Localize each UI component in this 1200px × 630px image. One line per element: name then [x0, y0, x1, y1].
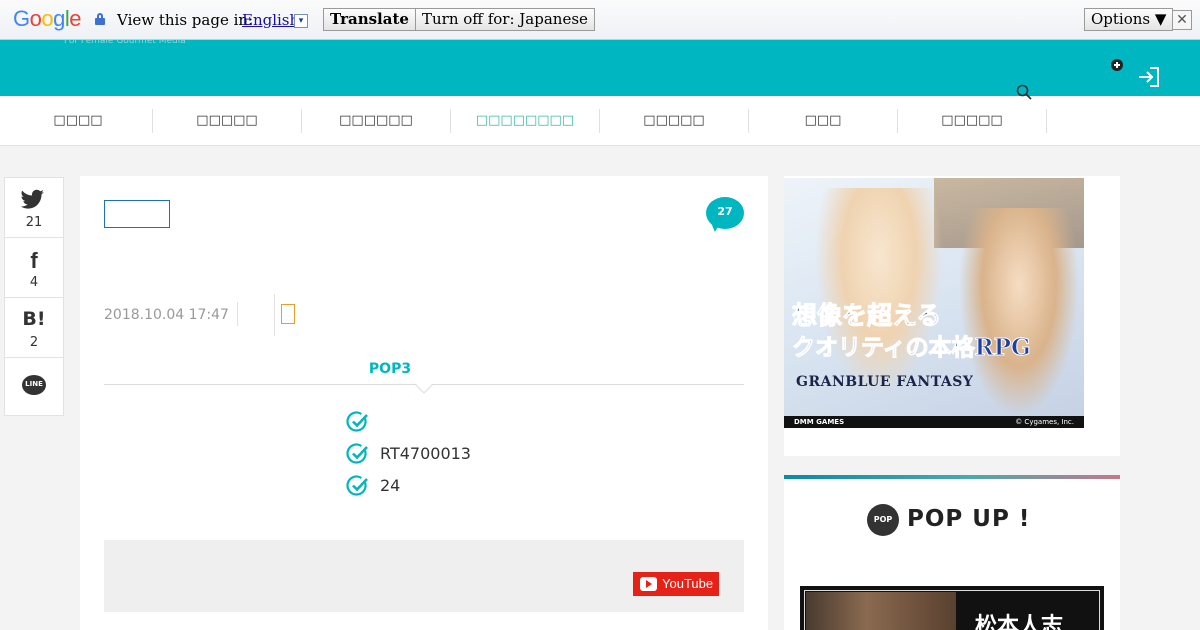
close-icon[interactable]: ✕ — [1172, 10, 1192, 30]
bookmark-icon[interactable] — [281, 304, 295, 324]
plus-icon[interactable] — [1111, 59, 1123, 71]
check-circle-icon — [346, 443, 368, 464]
view-page-label: View this page in: — [117, 11, 254, 29]
ad-copyright: © Cygames, Inc. — [1015, 418, 1074, 426]
meta-divider — [274, 294, 275, 336]
post-date: 2018.10.04 17:47 — [104, 307, 229, 323]
youtube-label: YouTube — [662, 576, 714, 591]
pop3-heading: POP3 — [368, 361, 412, 377]
twitter-share-button[interactable]: 21 — [5, 178, 63, 238]
game-ad-banner[interactable]: 想像を超える クオリティの本格RPG GRANBLUE FANTASY DMM … — [784, 178, 1084, 428]
popup-accent-stripe — [784, 475, 1120, 479]
nav-item-4-active[interactable]: □□□□□□□□ — [451, 109, 600, 133]
meta-divider — [237, 302, 238, 326]
nav-item-1[interactable]: □□□□ — [4, 109, 153, 133]
point-text: 24 — [380, 476, 401, 495]
share-column: 21 f 4 B! 2 LINE — [4, 177, 64, 416]
youtube-play-icon — [640, 577, 657, 591]
google-logo: Google — [13, 6, 82, 31]
twitter-count: 21 — [25, 215, 43, 230]
popup-article-thumbnail[interactable]: 松本人志 — [800, 586, 1104, 630]
hatena-count: 2 — [29, 335, 39, 350]
hatena-bookmark-icon: B! — [22, 308, 46, 330]
pop3-pointer — [415, 384, 433, 394]
ad-publisher: DMM GAMES — [794, 418, 845, 426]
lock-icon — [95, 13, 105, 25]
line-icon: LINE — [22, 375, 46, 395]
language-dropdown-icon[interactable]: ▾ — [294, 14, 308, 28]
game-logo: GRANBLUE FANTASY — [796, 374, 974, 390]
facebook-icon: f — [30, 248, 38, 273]
category-tag[interactable] — [104, 200, 170, 228]
nav-item-3[interactable]: □□□□□□ — [302, 109, 451, 133]
ad-character-illustration — [954, 208, 1084, 428]
site-tagline: For Female Gourmet Media — [64, 40, 186, 44]
nav-item-6[interactable]: □□□ — [749, 109, 898, 133]
nav-item-2[interactable]: □□□□□ — [153, 109, 302, 133]
nav-item-7[interactable]: □□□□□ — [898, 109, 1047, 133]
hatena-share-button[interactable]: B! 2 — [5, 298, 63, 358]
options-button[interactable]: Options ▼ — [1084, 8, 1174, 31]
point-text: RT4700013 — [380, 444, 471, 463]
ad-headline: 想像を超える — [791, 301, 942, 331]
popup-title: POP UP ! — [907, 506, 1031, 532]
turn-off-button[interactable]: Turn off for: Japanese — [415, 8, 595, 31]
facebook-share-button[interactable]: f 4 — [5, 238, 63, 298]
ad-headline: クオリティの本格RPG — [792, 334, 1032, 362]
search-icon[interactable] — [1015, 83, 1033, 101]
thumbnail-caption: 松本人志 — [975, 613, 1064, 630]
translate-bar: Google View this page in: English ▾ Tran… — [0, 0, 1200, 40]
language-select[interactable]: English — [242, 11, 299, 29]
facebook-count: 4 — [29, 275, 39, 290]
nav-item-5[interactable]: □□□□□ — [600, 109, 749, 133]
twitter-icon — [20, 189, 45, 209]
translate-button[interactable]: Translate — [323, 8, 416, 31]
pop-badge-icon: POP — [869, 506, 897, 534]
comment-count-badge[interactable]: 27 — [706, 197, 744, 229]
check-circle-icon — [346, 411, 368, 432]
ad-footer: DMM GAMES © Cygames, Inc. — [784, 416, 1084, 428]
youtube-button[interactable]: YouTube — [633, 572, 719, 596]
check-circle-icon — [346, 475, 368, 496]
line-share-button[interactable]: LINE — [5, 358, 63, 418]
login-icon[interactable] — [1137, 66, 1161, 88]
